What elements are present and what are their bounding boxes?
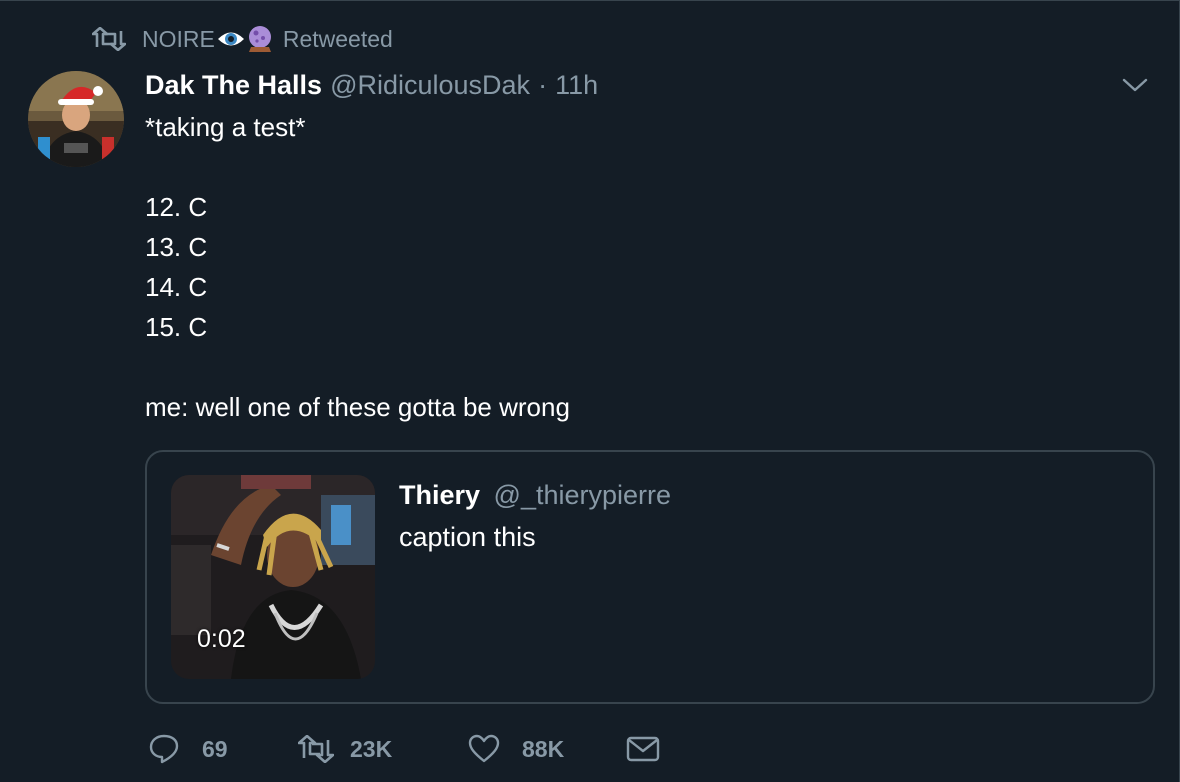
tweet-timestamp[interactable]: 11h — [555, 70, 598, 101]
tweet-text-line: 12. C — [145, 192, 208, 222]
retweet-icon — [92, 27, 126, 51]
avatar-image — [28, 71, 124, 167]
crystal-ball-emoji-icon — [248, 26, 271, 52]
reply-button[interactable]: 69 — [148, 733, 298, 765]
tweet[interactable]: NOIRE Retweeted Dak The Halls @Ridiculou… — [0, 0, 1180, 782]
tweet-text-line: 15. C — [145, 312, 208, 342]
like-button[interactable]: 88K — [468, 734, 626, 764]
tweet-text-line: 13. C — [145, 232, 208, 262]
chevron-down-icon[interactable] — [1121, 75, 1149, 95]
retweeted-label: Retweeted — [282, 25, 393, 52]
quoted-author-display-name[interactable]: Thiery — [399, 480, 480, 510]
retweeter-name[interactable]: NOIRE — [142, 26, 215, 53]
like-count: 88K — [522, 735, 565, 762]
retweet-count: 23K — [350, 735, 393, 762]
envelope-icon — [626, 736, 660, 762]
tweet-actions: 69 23K 88K — [148, 727, 666, 771]
tweet-text: *taking a test* 12. C 13. C 14. C 15. C … — [145, 107, 570, 427]
tweet-text-line: me: well one of these gotta be wrong — [145, 392, 570, 422]
reply-count: 69 — [202, 735, 228, 762]
reply-icon — [149, 734, 179, 764]
retweet-button[interactable]: 23K — [298, 735, 468, 763]
retweet-icon — [298, 735, 334, 763]
quoted-tweet-header: Thiery @_thierypierre — [399, 480, 671, 511]
quoted-author-handle[interactable]: @_thierypierre — [494, 480, 671, 510]
header-separator: · — [538, 69, 548, 100]
quoted-tweet-text: caption this — [399, 522, 536, 552]
tweet-text-line: *taking a test* — [145, 112, 306, 142]
heart-icon — [468, 734, 500, 763]
eye-emoji-icon — [217, 32, 244, 46]
retweet-context: NOIRE Retweeted — [92, 25, 393, 53]
direct-message-button[interactable] — [626, 736, 666, 762]
author-display-name[interactable]: Dak The Halls — [145, 70, 322, 101]
author-handle[interactable]: @RidiculousDak — [330, 70, 530, 101]
video-duration-badge: 0:02 — [197, 625, 246, 653]
avatar[interactable] — [28, 71, 124, 167]
tweet-text-line — [145, 347, 570, 387]
quoted-video-thumbnail[interactable]: 0:02 — [171, 475, 375, 679]
tweet-header: Dak The Halls @RidiculousDak · 11h — [145, 67, 598, 103]
tweet-text-line: 14. C — [145, 272, 208, 302]
tweet-text-line — [145, 147, 570, 187]
quoted-tweet-card[interactable]: 0:02 Thiery @_thierypierre caption this — [145, 450, 1155, 704]
